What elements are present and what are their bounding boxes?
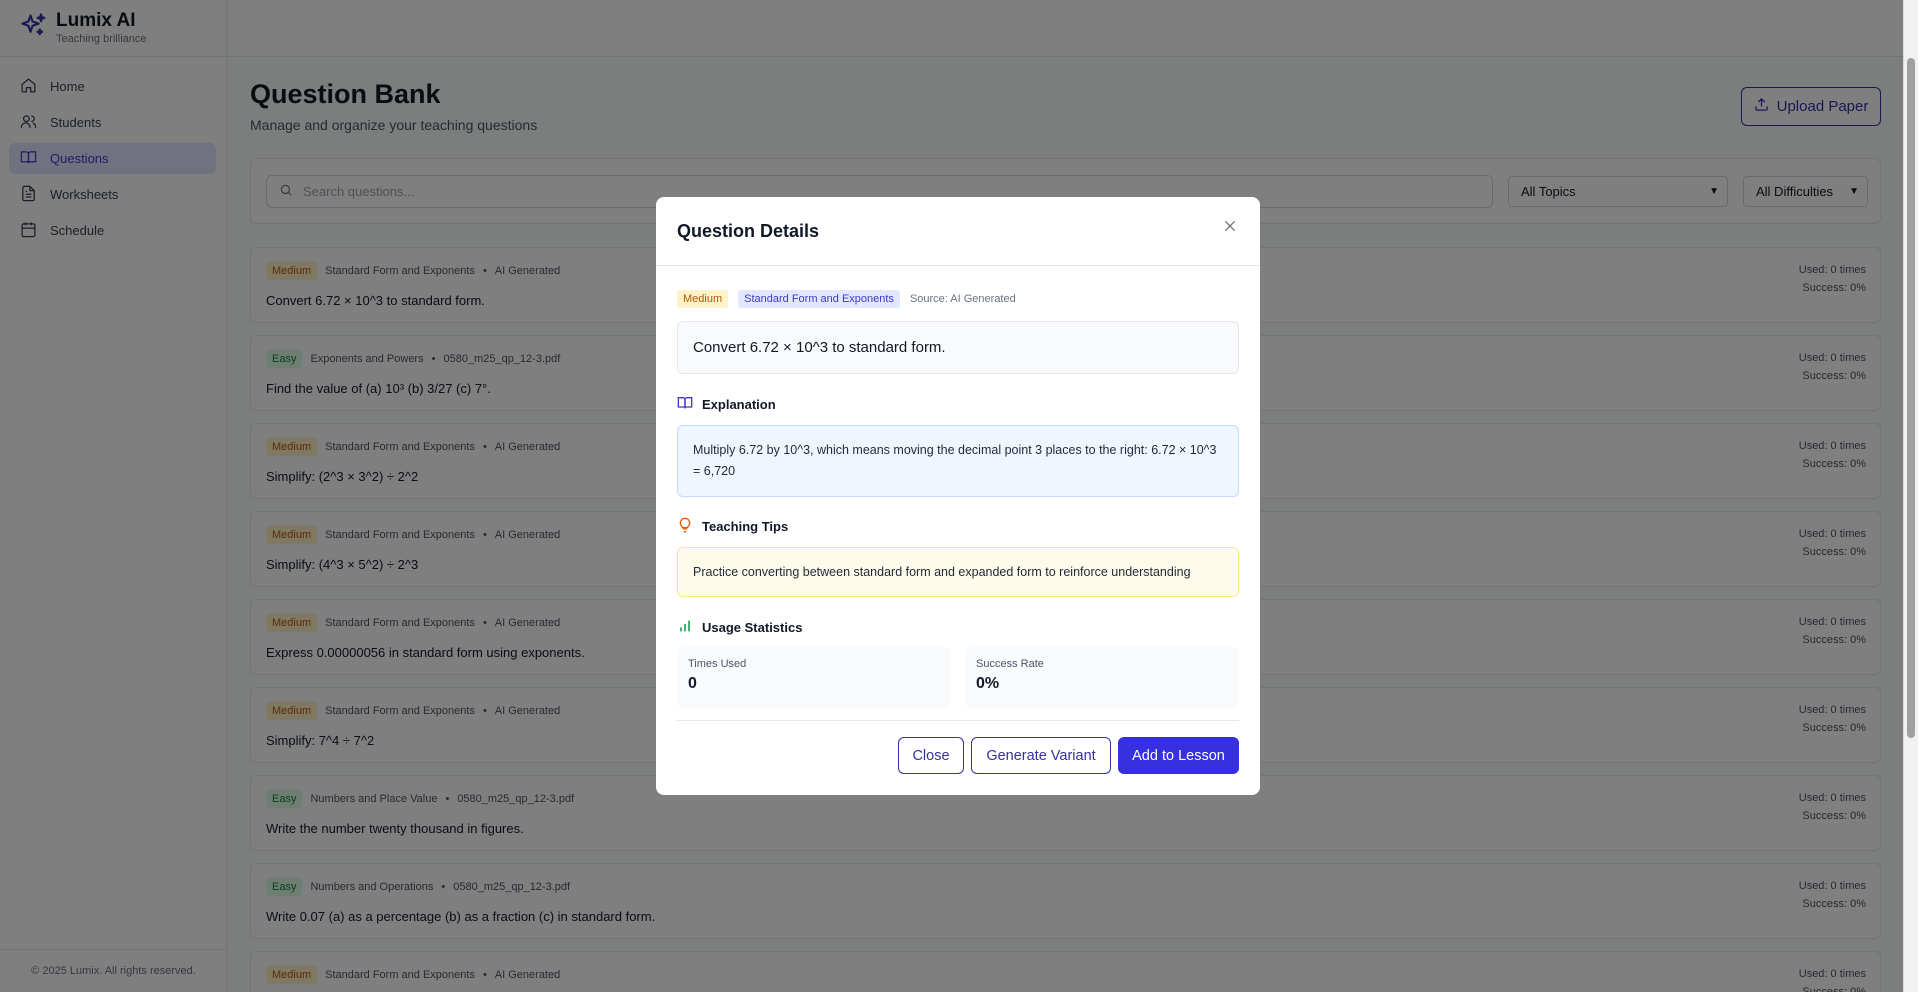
question-details-modal: Question Details Medium Standard Form an…	[656, 197, 1260, 795]
explanation-title: Explanation	[702, 397, 776, 412]
success-rate-label: Success Rate	[976, 658, 1044, 670]
topic-badge: Standard Form and Exponents	[738, 290, 900, 308]
modal-header: Question Details	[656, 197, 1260, 266]
question-text: Convert 6.72 × 10^3 to standard form.	[677, 321, 1239, 374]
modal-body: Medium Standard Form and Exponents Sourc…	[677, 288, 1239, 708]
book-open-icon	[677, 395, 693, 414]
tips-text: Practice converting between standard for…	[677, 547, 1239, 597]
question-badges: Medium Standard Form and Exponents Sourc…	[677, 288, 1239, 310]
modal-title: Question Details	[677, 220, 820, 241]
bar-chart-icon	[677, 618, 693, 637]
modal-actions: Close Generate Variant Add to Lesson	[898, 737, 1239, 774]
tips-title: Teaching Tips	[702, 519, 789, 534]
scrollbar-thumb[interactable]	[1907, 58, 1915, 738]
explanation-text: Multiply 6.72 by 10^3, which means movin…	[677, 425, 1239, 497]
success-rate-value: 0%	[976, 675, 1000, 692]
tips-heading: Teaching Tips	[677, 517, 1239, 536]
difficulty-badge: Medium	[677, 290, 729, 308]
lightbulb-icon	[677, 517, 693, 536]
times-used-value: 0	[688, 675, 697, 692]
usage-title: Usage Statistics	[702, 620, 803, 635]
success-rate-stat: Success Rate 0%	[965, 647, 1239, 708]
page-scrollbar[interactable]	[1903, 0, 1918, 992]
close-button[interactable]: Close	[898, 737, 964, 774]
usage-stats: Times Used 0 Success Rate 0%	[677, 647, 1239, 708]
source-label: Source: AI Generated	[909, 293, 1016, 305]
generate-variant-button[interactable]: Generate Variant	[971, 737, 1111, 774]
close-icon[interactable]	[1222, 218, 1238, 234]
explanation-heading: Explanation	[677, 395, 1239, 414]
modal-divider	[677, 720, 1239, 721]
times-used-label: Times Used	[688, 658, 747, 670]
usage-heading: Usage Statistics	[677, 618, 1239, 637]
add-to-lesson-button[interactable]: Add to Lesson	[1118, 737, 1239, 774]
times-used-stat: Times Used 0	[677, 647, 951, 708]
